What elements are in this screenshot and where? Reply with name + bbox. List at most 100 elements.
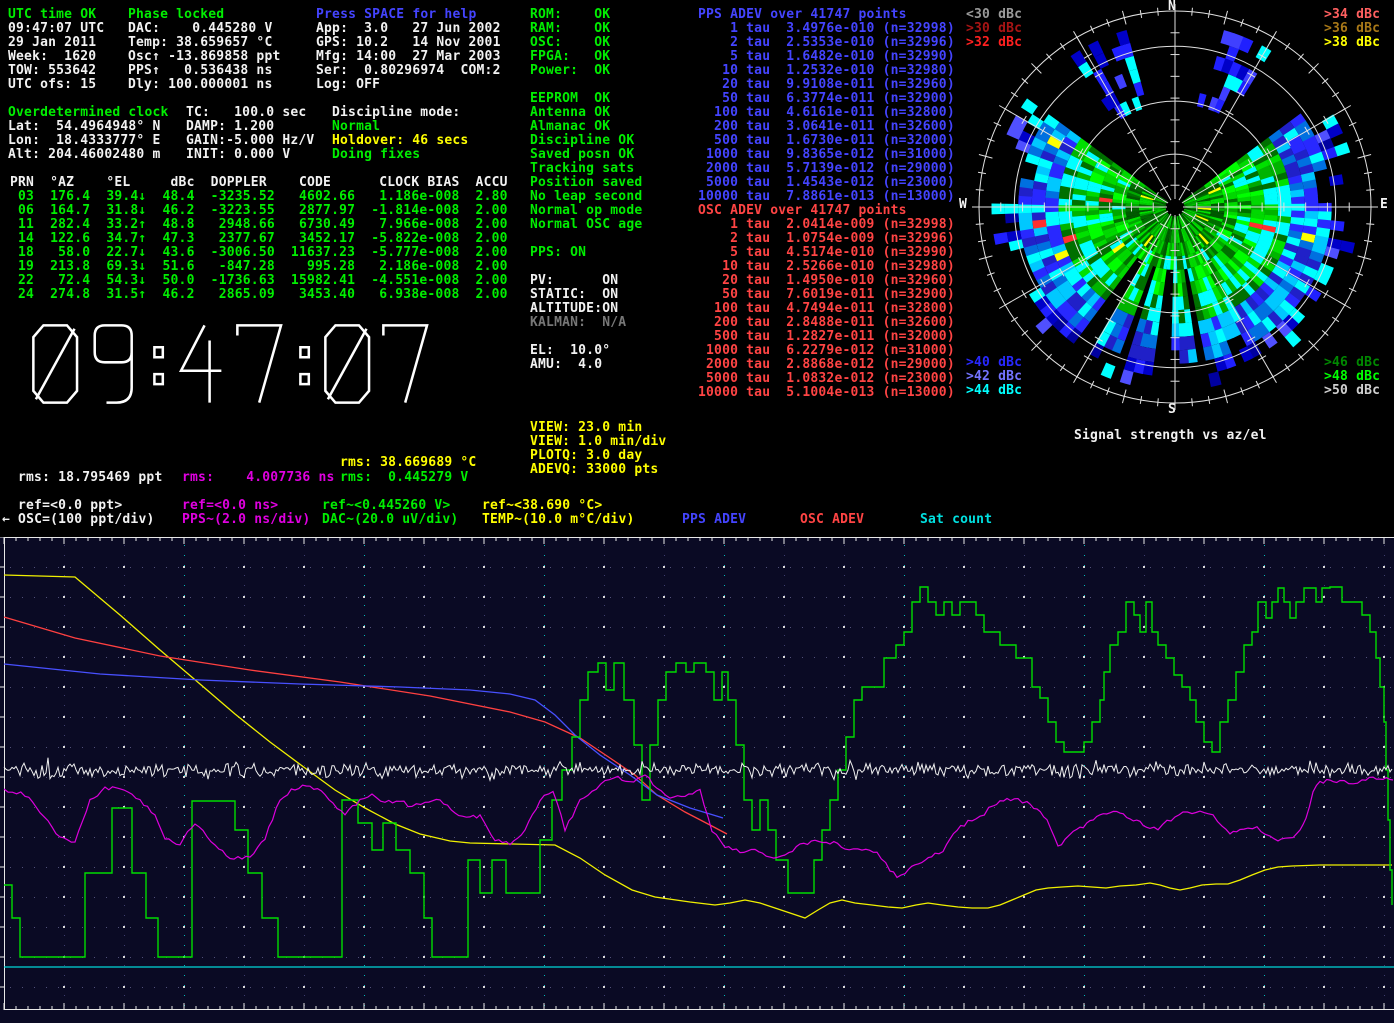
holdover-status: Holdover: 46 secs <box>332 134 468 148</box>
clock-glyph-0 <box>33 325 77 402</box>
damp-value: DAMP: 1.200 <box>186 120 274 134</box>
latitude: Lat: 54.4964948° N <box>8 120 161 134</box>
scale-temp: TEMP~(10.0 m°C/div) <box>482 513 635 527</box>
pps-adev-table-row: 1000 tau 9.8365e-012 (n=31000) <box>698 148 955 162</box>
prn-table-row: 22 72.4 54.3↓ 50.0 -1736.63 15982.41 -4.… <box>10 274 508 288</box>
clock-glyph-colon <box>300 347 308 384</box>
almanac-status: Almanac OK <box>530 120 610 134</box>
osc-adev-table-row: 1000 tau 6.2279e-012 (n=31000) <box>698 344 955 358</box>
leap-second-status: No leap second <box>530 190 642 204</box>
pps-adev-table-row: 5 tau 1.6482e-010 (n=32990) <box>698 50 955 64</box>
prn-table-row: 03 176.4 39.4↓ 48.4 -3235.52 4602.66 1.1… <box>10 190 508 204</box>
polar-data-field <box>998 37 1348 381</box>
adev-queue: ADEVQ: 33000 pts <box>530 463 658 477</box>
gps-week: Week: 1620 <box>8 50 96 64</box>
osc-adev-table-row: 10000 tau 5.1004e-013 (n=13000) <box>698 386 955 400</box>
serial-number: Ser: 0.80296974 COM:2 <box>316 64 501 78</box>
pps-adev-table-row: 500 tau 1.6730e-011 (n=32000) <box>698 134 955 148</box>
kalman-status: KALMAN: N/A <box>530 316 626 330</box>
dly-value: Dly: 100.000001 ns <box>128 78 272 92</box>
prn-table-row: 24 274.8 31.5↑ 46.2 2865.09 3453.40 6.93… <box>10 288 508 302</box>
pps-adev-table-row: 50 tau 6.3774e-011 (n=32900) <box>698 92 955 106</box>
pps-adev-table-row: 20 tau 9.9108e-011 (n=32960) <box>698 78 955 92</box>
osc-adev-table-row: 50 tau 7.6019e-011 (n=32900) <box>698 288 955 302</box>
help-hint: Press SPACE for help <box>316 8 477 22</box>
static-status: STATIC: ON <box>530 288 618 302</box>
utc-status: UTC time OK <box>8 8 96 22</box>
lady-heather-screen: UTC time OK09:47:07 UTC29 Jan 2011Week: … <box>0 0 1394 1023</box>
prn-table-row: 06 164.7 31.8↓ 46.2 -3223.55 2877.97 -1.… <box>10 204 508 218</box>
scale-dac: DAC~(20.0 uV/div) <box>322 513 458 527</box>
strip-chart-plot[interactable] <box>0 537 1394 1023</box>
fpga-status: FPGA: OK <box>530 50 610 64</box>
discipline-mode-label: Discipline mode: <box>332 106 460 120</box>
big-digital-clock <box>0 318 520 414</box>
pps-on-status: PPS: ON <box>530 246 586 260</box>
altitude: Alt: 204.46002480 m <box>8 148 161 162</box>
rom-status: ROM: OK <box>530 8 610 22</box>
utc-time: 09:47:07 UTC <box>8 22 104 36</box>
osc-adev-table-row: 5000 tau 1.0832e-012 (n=23000) <box>698 372 955 386</box>
osc-adev-table-row: 200 tau 2.8488e-011 (n=32600) <box>698 316 955 330</box>
osc-adev-table-title: OSC ADEV over 41747 points <box>698 204 907 218</box>
utc-offset: UTC ofs: 15 <box>8 78 96 92</box>
pps-adev-table-row: 1 tau 3.4976e-010 (n=32998) <box>698 22 955 36</box>
el-mask: EL: 10.0° <box>530 344 610 358</box>
gps-tow: TOW: 553642 <box>8 64 96 78</box>
clock-glyph-0 <box>325 325 369 402</box>
rms-temp: rms: 38.669689 °C <box>340 456 476 470</box>
legend-osc-adev: OSC ADEV <box>800 513 864 527</box>
rms-pps: rms: 4.007736 ns <box>182 471 335 485</box>
osc-adev-table-row: 20 tau 1.4950e-010 (n=32960) <box>698 274 955 288</box>
rms-dac: rms: 0.445279 V <box>340 471 468 485</box>
osc-adev-table-row: 100 tau 4.7494e-011 (n=32800) <box>698 302 955 316</box>
init-value: INIT: 0.000 V <box>186 148 290 162</box>
prn-table-header: PRN °AZ °EL dBc DOPPLER CODE CLOCK BIAS … <box>10 176 508 190</box>
discipline-status: Discipline OK <box>530 134 634 148</box>
ram-status: RAM: OK <box>530 22 610 36</box>
clock-glyph-7 <box>383 325 427 402</box>
polar-grid <box>972 4 1378 410</box>
clock-glyph-9 <box>95 325 132 402</box>
osc-adev-table-row: 2000 tau 2.8868e-012 (n=29000) <box>698 358 955 372</box>
plot-queue: PLOTQ: 3.0 day <box>530 449 642 463</box>
prn-table-row: 19 213.8 69.3↓ 51.6 -847.28 995.28 2.186… <box>10 260 508 274</box>
ref-temp: ref~<38.690 °C> <box>482 499 602 513</box>
antenna-status: Antenna OK <box>530 106 610 120</box>
dac-value: DAC: 0.445280 V <box>128 22 272 36</box>
app-version: App: 3.0 27 Jun 2002 <box>316 22 501 36</box>
clock-mode: Overdetermined clock <box>8 106 169 120</box>
osc-age-status: Normal OSC age <box>530 218 642 232</box>
utc-date: 29 Jan 2011 <box>8 36 96 50</box>
saved-posn-status: Saved posn OK <box>530 148 634 162</box>
prn-table-row: 18 58.0 22.7↓ 43.6 -3006.50 11637.23 -5.… <box>10 246 508 260</box>
gps-version: GPS: 10.2 14 Nov 2001 <box>316 36 501 50</box>
pps-adev-table-title: PPS ADEV over 41747 points <box>698 8 907 22</box>
op-mode-status: Normal op mode <box>530 204 642 218</box>
eeprom-status: EEPROM OK <box>530 92 610 106</box>
rms-osc: rms: 18.795469 ppt <box>18 471 162 485</box>
discipline-mode-normal: Normal <box>332 120 380 134</box>
ref-dac: ref~<0.445260 V> <box>322 499 450 513</box>
log-status: Log: OFF <box>316 78 380 92</box>
scale-pps: PPS~(2.0 ns/div) <box>182 513 310 527</box>
clock-glyph-7 <box>237 325 281 402</box>
gain-value: GAIN:-5.000 Hz/V <box>186 134 314 148</box>
osc-status: OSC: OK <box>530 36 610 50</box>
prn-table-row: 14 122.6 34.7↑ 47.3 2377.67 3452.17 -5.8… <box>10 232 508 246</box>
power-status: Power: OK <box>530 64 610 78</box>
altitude-status: ALTITUDE:ON <box>530 302 618 316</box>
pps-adev-table-row: 100 tau 4.6161e-011 (n=32800) <box>698 106 955 120</box>
clock-glyph-colon <box>154 347 162 384</box>
signal-strength-polar-chart <box>963 2 1391 426</box>
osc-adev-table-row: 10 tau 2.5266e-010 (n=32980) <box>698 260 955 274</box>
pv-status: PV: ON <box>530 274 618 288</box>
temp-value: Temp: 38.659657 °C <box>128 36 272 50</box>
clock-glyph-4 <box>181 325 221 402</box>
tracking-status: Tracking sats <box>530 162 634 176</box>
osc-adev-table-row: 5 tau 4.5174e-010 (n=32990) <box>698 246 955 260</box>
tc-value: TC: 100.0 sec <box>186 106 306 120</box>
pps-adev-table-row: 200 tau 3.0641e-011 (n=32600) <box>698 120 955 134</box>
position-saved-status: Position saved <box>530 176 642 190</box>
pps-adev-table-row: 2 tau 2.5353e-010 (n=32996) <box>698 36 955 50</box>
